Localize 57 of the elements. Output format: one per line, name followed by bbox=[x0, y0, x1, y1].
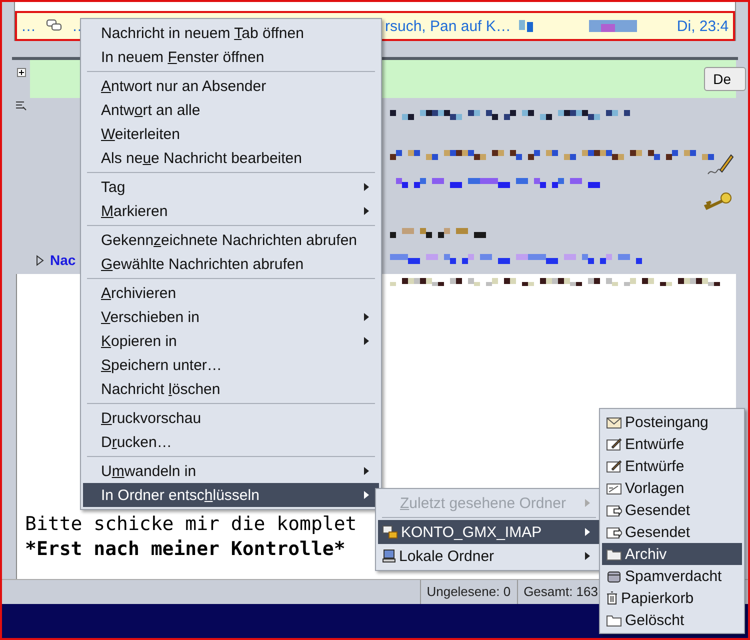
menu-item[interactable]: Tag bbox=[83, 175, 379, 199]
expand-icon bbox=[16, 68, 26, 77]
menu-item[interactable]: Gesendet bbox=[602, 521, 742, 543]
menu-item[interactable]: Antwort an alle bbox=[83, 98, 379, 122]
menu-item[interactable]: Antwort nur an Absender bbox=[83, 74, 379, 98]
menu-item[interactable]: Weiterleiten bbox=[83, 122, 379, 146]
menu-item[interactable]: Als neue Nachricht bearbeiten bbox=[83, 146, 379, 170]
menu-item[interactable]: Gesendet bbox=[602, 499, 742, 521]
menu-item[interactable]: Entwürfe bbox=[602, 455, 742, 477]
menu-item[interactable]: Umwandeln in bbox=[83, 459, 379, 483]
draft-icon bbox=[606, 460, 622, 472]
menu-item[interactable]: Entwürfe bbox=[602, 433, 742, 455]
menu-item[interactable]: Verschieben in bbox=[83, 305, 379, 329]
submenu-arrow-icon bbox=[585, 552, 590, 560]
draft-icon bbox=[606, 438, 622, 450]
key-icon bbox=[704, 192, 732, 210]
header-section-link[interactable]: Nac bbox=[50, 252, 76, 268]
collapsed-arrow-icon[interactable] bbox=[36, 254, 44, 266]
menu-item[interactable]: Nachricht in neuem Tab öffnen bbox=[83, 21, 379, 45]
trash-icon bbox=[606, 591, 618, 605]
menu-item[interactable]: Gelöscht bbox=[602, 609, 742, 631]
menu-item[interactable]: Archivieren bbox=[83, 281, 379, 305]
menu-item[interactable]: Markieren bbox=[83, 199, 379, 223]
inbox-icon bbox=[606, 416, 622, 428]
menu-item[interactable]: Lokale Ordner bbox=[378, 544, 600, 568]
message-line: Bitte schicke mir die komplet bbox=[25, 512, 357, 537]
submenu-arrow-icon bbox=[585, 528, 590, 536]
menu-item[interactable]: In neuem Fenster öffnen bbox=[83, 45, 379, 69]
template-icon bbox=[606, 482, 622, 494]
sent-folder-icon bbox=[606, 504, 622, 516]
header-button[interactable]: De bbox=[704, 67, 746, 91]
menu-item[interactable]: Kopieren in bbox=[83, 329, 379, 353]
message-line: *Erst nach meiner Kontrolle* bbox=[25, 537, 346, 562]
subject-text: rsuch, Pan auf K… bbox=[385, 18, 511, 34]
folder-icon bbox=[606, 548, 622, 560]
sent-folder-icon bbox=[606, 526, 622, 538]
conversation-icon bbox=[46, 19, 62, 33]
submenu-arrow-icon bbox=[585, 499, 590, 507]
menu-item[interactable]: Posteingang bbox=[602, 411, 742, 433]
spam-can-icon bbox=[606, 569, 622, 583]
menu-item[interactable]: Speichern unter… bbox=[83, 353, 379, 377]
menu-item[interactable]: Gekennzeichnete Nachrichten abrufen bbox=[83, 228, 379, 252]
thread-ellipsis: … bbox=[21, 18, 36, 34]
computer-icon bbox=[382, 549, 396, 563]
menu-item[interactable]: Nachricht löschen bbox=[83, 377, 379, 401]
menu-item[interactable]: Papierkorb bbox=[602, 587, 742, 609]
menu-item[interactable]: Spamverdacht bbox=[602, 565, 742, 587]
menu-item[interactable]: Druckvorschau bbox=[83, 406, 379, 430]
menu-item[interactable]: Drucken… bbox=[83, 430, 379, 454]
date-text: Di, 23:4 bbox=[676, 18, 729, 34]
server-lock-icon bbox=[382, 525, 398, 539]
menu-item[interactable]: KONTO_GMX_IMAP bbox=[378, 520, 600, 544]
menu-item[interactable]: Archiv bbox=[602, 543, 742, 565]
folder-icon bbox=[606, 614, 622, 626]
menu-item[interactable]: Gewählte Nachrichten abrufen bbox=[83, 252, 379, 276]
menu-item[interactable]: In Ordner entschlüsseln bbox=[83, 483, 379, 507]
menu-item[interactable]: Vorlagen bbox=[602, 477, 742, 499]
